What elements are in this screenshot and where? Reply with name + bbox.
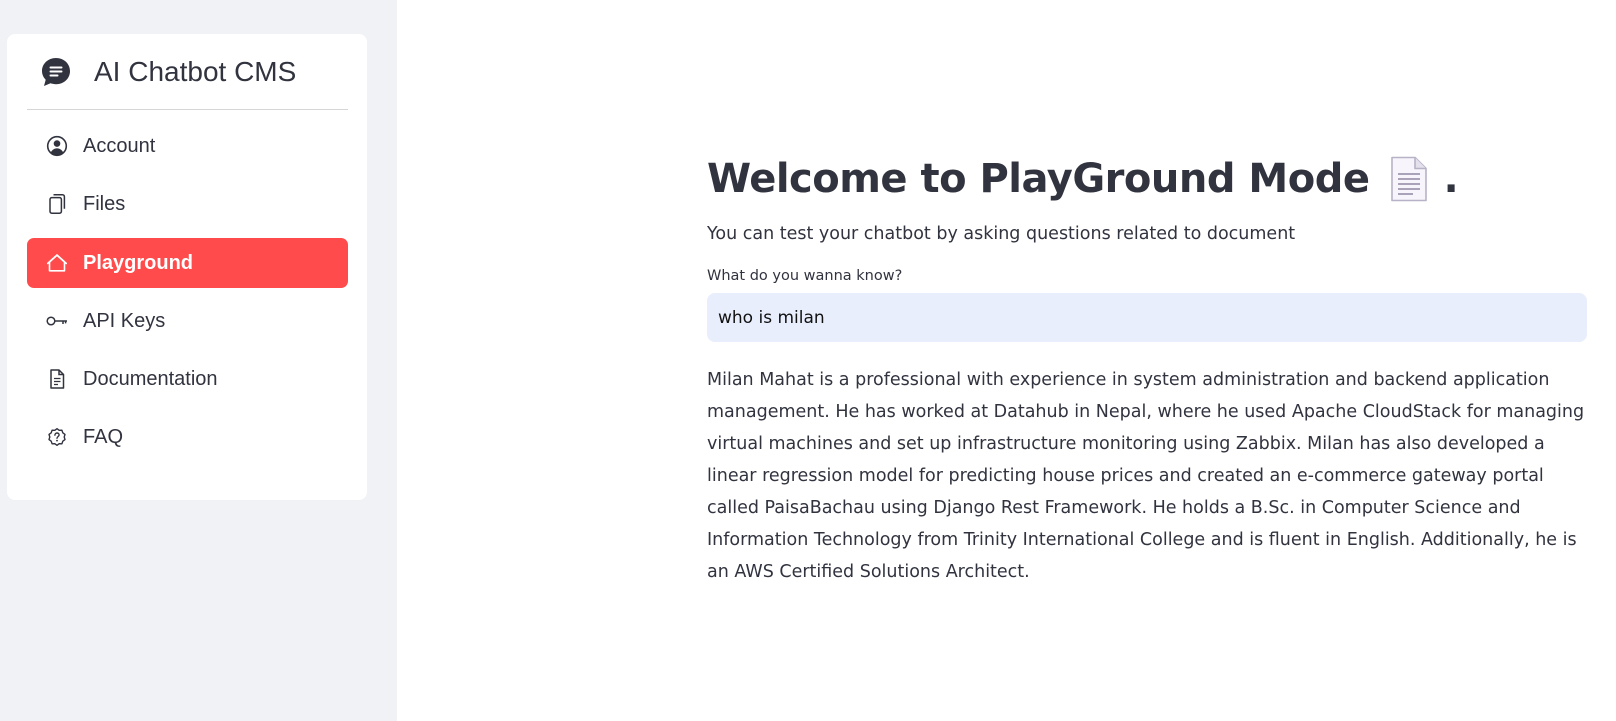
app-window: AI Chatbot CMS Account Files Playground … [0,0,1616,721]
sidebar-item-documentation[interactable]: Documentation [27,354,348,404]
sidebar-item-label: Documentation [83,367,218,390]
sidebar-item-account[interactable]: Account [27,121,348,171]
user-circle-icon [45,134,69,158]
page-subtitle: You can test your chatbot by asking ques… [707,224,1296,244]
page-title-text: Welcome to PlayGround Mode [707,156,1370,202]
sidebar-item-files[interactable]: Files [27,179,348,229]
playground-panel: Welcome to PlayGround Mode . You can tes… [707,148,1587,588]
document-icon [45,367,69,391]
sidebar-item-label: FAQ [83,425,124,448]
files-icon [45,192,69,216]
chatbot-answer: Milan Mahat is a professional with exper… [707,370,1585,582]
option-menu: AI Chatbot CMS Account Files Playground … [7,34,367,500]
sidebar-item-label: API Keys [83,309,166,332]
sidebar-item-label: Playground [83,251,194,274]
question-circle-icon [45,425,69,449]
sidebar: AI Chatbot CMS Account Files Playground … [0,0,397,721]
sidebar-item-playground[interactable]: Playground [27,238,348,288]
menu-header: AI Chatbot CMS [27,34,348,110]
chat-bubble-icon [39,55,73,89]
question-input-label: What do you wanna know? [707,268,903,284]
house-icon [45,251,69,275]
key-icon [45,309,69,333]
main-content: Welcome to PlayGround Mode . You can tes… [397,0,1616,721]
question-input[interactable] [707,293,1587,342]
page-title: Welcome to PlayGround Mode . [707,148,1587,210]
sidebar-item-label: Files [83,192,126,215]
page-title-suffix: . [1443,156,1459,202]
page-document-icon [1389,155,1429,203]
brand-title: AI Chatbot CMS [94,55,297,87]
sidebar-item-api-keys[interactable]: API Keys [27,296,348,346]
sidebar-item-faq[interactable]: FAQ [27,412,348,462]
sidebar-item-label: Account [83,134,156,157]
